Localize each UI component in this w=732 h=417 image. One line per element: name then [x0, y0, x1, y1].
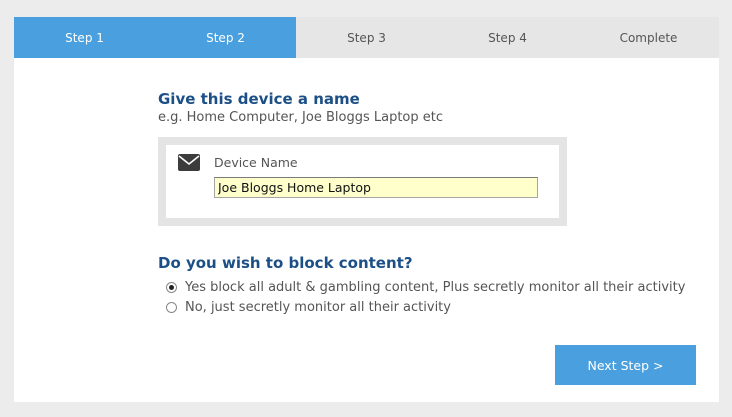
step-3-tab[interactable]: Step 3: [296, 17, 437, 58]
block-option-no[interactable]: No, just secretly monitor all their acti…: [166, 300, 451, 315]
radio-selected-dot: [169, 285, 174, 290]
step-2-tab[interactable]: Step 2: [155, 17, 296, 58]
step-4-tab[interactable]: Step 4: [437, 17, 578, 58]
envelope-icon: [178, 154, 200, 171]
device-name-hint: e.g. Home Computer, Joe Bloggs Laptop et…: [158, 110, 444, 125]
device-name-label: Device Name: [214, 155, 298, 170]
step-1-tab[interactable]: Step 1: [14, 17, 155, 58]
wizard-panel: Step 1 Step 2 Step 3 Step 4 Complete Giv…: [14, 17, 719, 402]
device-name-input[interactable]: [214, 177, 538, 198]
next-step-button[interactable]: Next Step >: [555, 345, 696, 385]
device-name-heading: Give this device a name: [158, 90, 360, 108]
radio-no[interactable]: [166, 302, 177, 313]
block-content-heading: Do you wish to block content?: [158, 254, 413, 272]
step-progress-bar: Step 1 Step 2 Step 3 Step 4 Complete: [14, 17, 719, 58]
radio-yes[interactable]: [166, 282, 177, 293]
block-option-yes[interactable]: Yes block all adult & gambling content, …: [166, 280, 685, 295]
block-option-yes-label: Yes block all adult & gambling content, …: [185, 280, 686, 295]
device-name-inner: Device Name: [166, 145, 559, 218]
complete-tab[interactable]: Complete: [578, 17, 719, 58]
block-option-no-label: No, just secretly monitor all their acti…: [185, 300, 451, 315]
device-name-box: Device Name: [158, 137, 567, 226]
